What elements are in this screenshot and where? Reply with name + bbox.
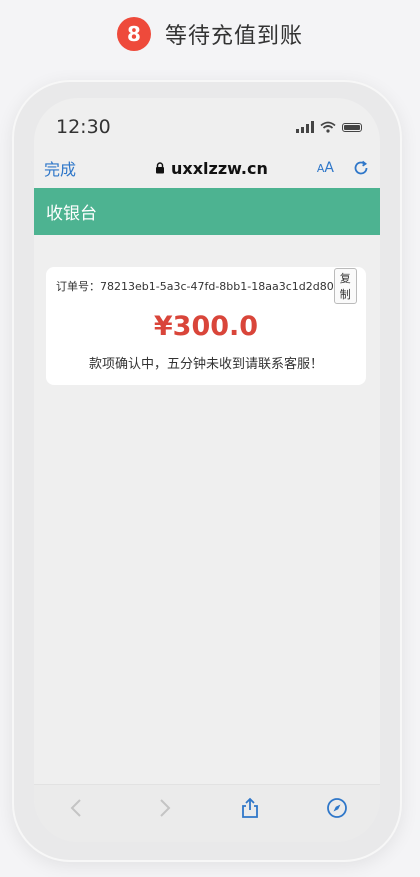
- status-time: 12:30: [56, 116, 111, 138]
- step-number-badge: 8: [116, 17, 151, 51]
- compass-icon[interactable]: [326, 797, 348, 819]
- lock-icon: [156, 162, 165, 174]
- payment-amount: ¥300.0: [153, 311, 259, 342]
- browser-address-bar: 完成 uxxlzzw.cn AA: [34, 150, 380, 186]
- wifi-icon: [320, 121, 336, 133]
- url-text: uxxlzzw.cn: [171, 158, 268, 178]
- url-field[interactable]: uxxlzzw.cn: [155, 159, 268, 178]
- forward-icon[interactable]: [153, 797, 175, 819]
- done-button[interactable]: 完成: [44, 156, 76, 180]
- text-size-large-a: A: [324, 160, 334, 176]
- reload-icon[interactable]: [352, 159, 370, 177]
- payment-status-message: 款项确认中，五分钟未收到请联系客服！: [88, 357, 323, 372]
- text-size-button[interactable]: AA: [317, 160, 334, 176]
- step-title: 等待充值到账: [164, 24, 303, 49]
- back-icon[interactable]: [66, 797, 88, 819]
- browser-toolbar: [34, 784, 380, 842]
- copy-button[interactable]: 复制: [333, 268, 357, 304]
- battery-icon: [342, 122, 362, 132]
- signal-icon: [296, 121, 314, 133]
- order-card: 订单号：78213eb1-5a3c-47fd-8bb1-18aa3c1d2d80…: [46, 267, 366, 385]
- status-icons: [296, 113, 362, 133]
- order-number-value: 78213eb1-5a3c-47fd-8bb1-18aa3c1d2d80: [100, 280, 334, 293]
- order-number-label: 订单号：: [56, 280, 100, 293]
- step-header: 8 等待充值到账: [0, 14, 420, 54]
- share-icon[interactable]: [239, 797, 261, 819]
- order-number: 订单号：78213eb1-5a3c-47fd-8bb1-18aa3c1d2d80: [56, 278, 334, 294]
- cashier-header: 收银台: [34, 188, 380, 235]
- status-bar: 12:30: [34, 98, 380, 148]
- phone-frame: 12:30 完成 uxxlzzw.cn AA 收银台 订单号：78213eb1-…: [12, 80, 402, 862]
- browser-actions: AA: [317, 159, 370, 177]
- order-number-row: 订单号：78213eb1-5a3c-47fd-8bb1-18aa3c1d2d80…: [56, 268, 357, 304]
- phone-screen: 12:30 完成 uxxlzzw.cn AA 收银台 订单号：78213eb1-…: [34, 98, 380, 842]
